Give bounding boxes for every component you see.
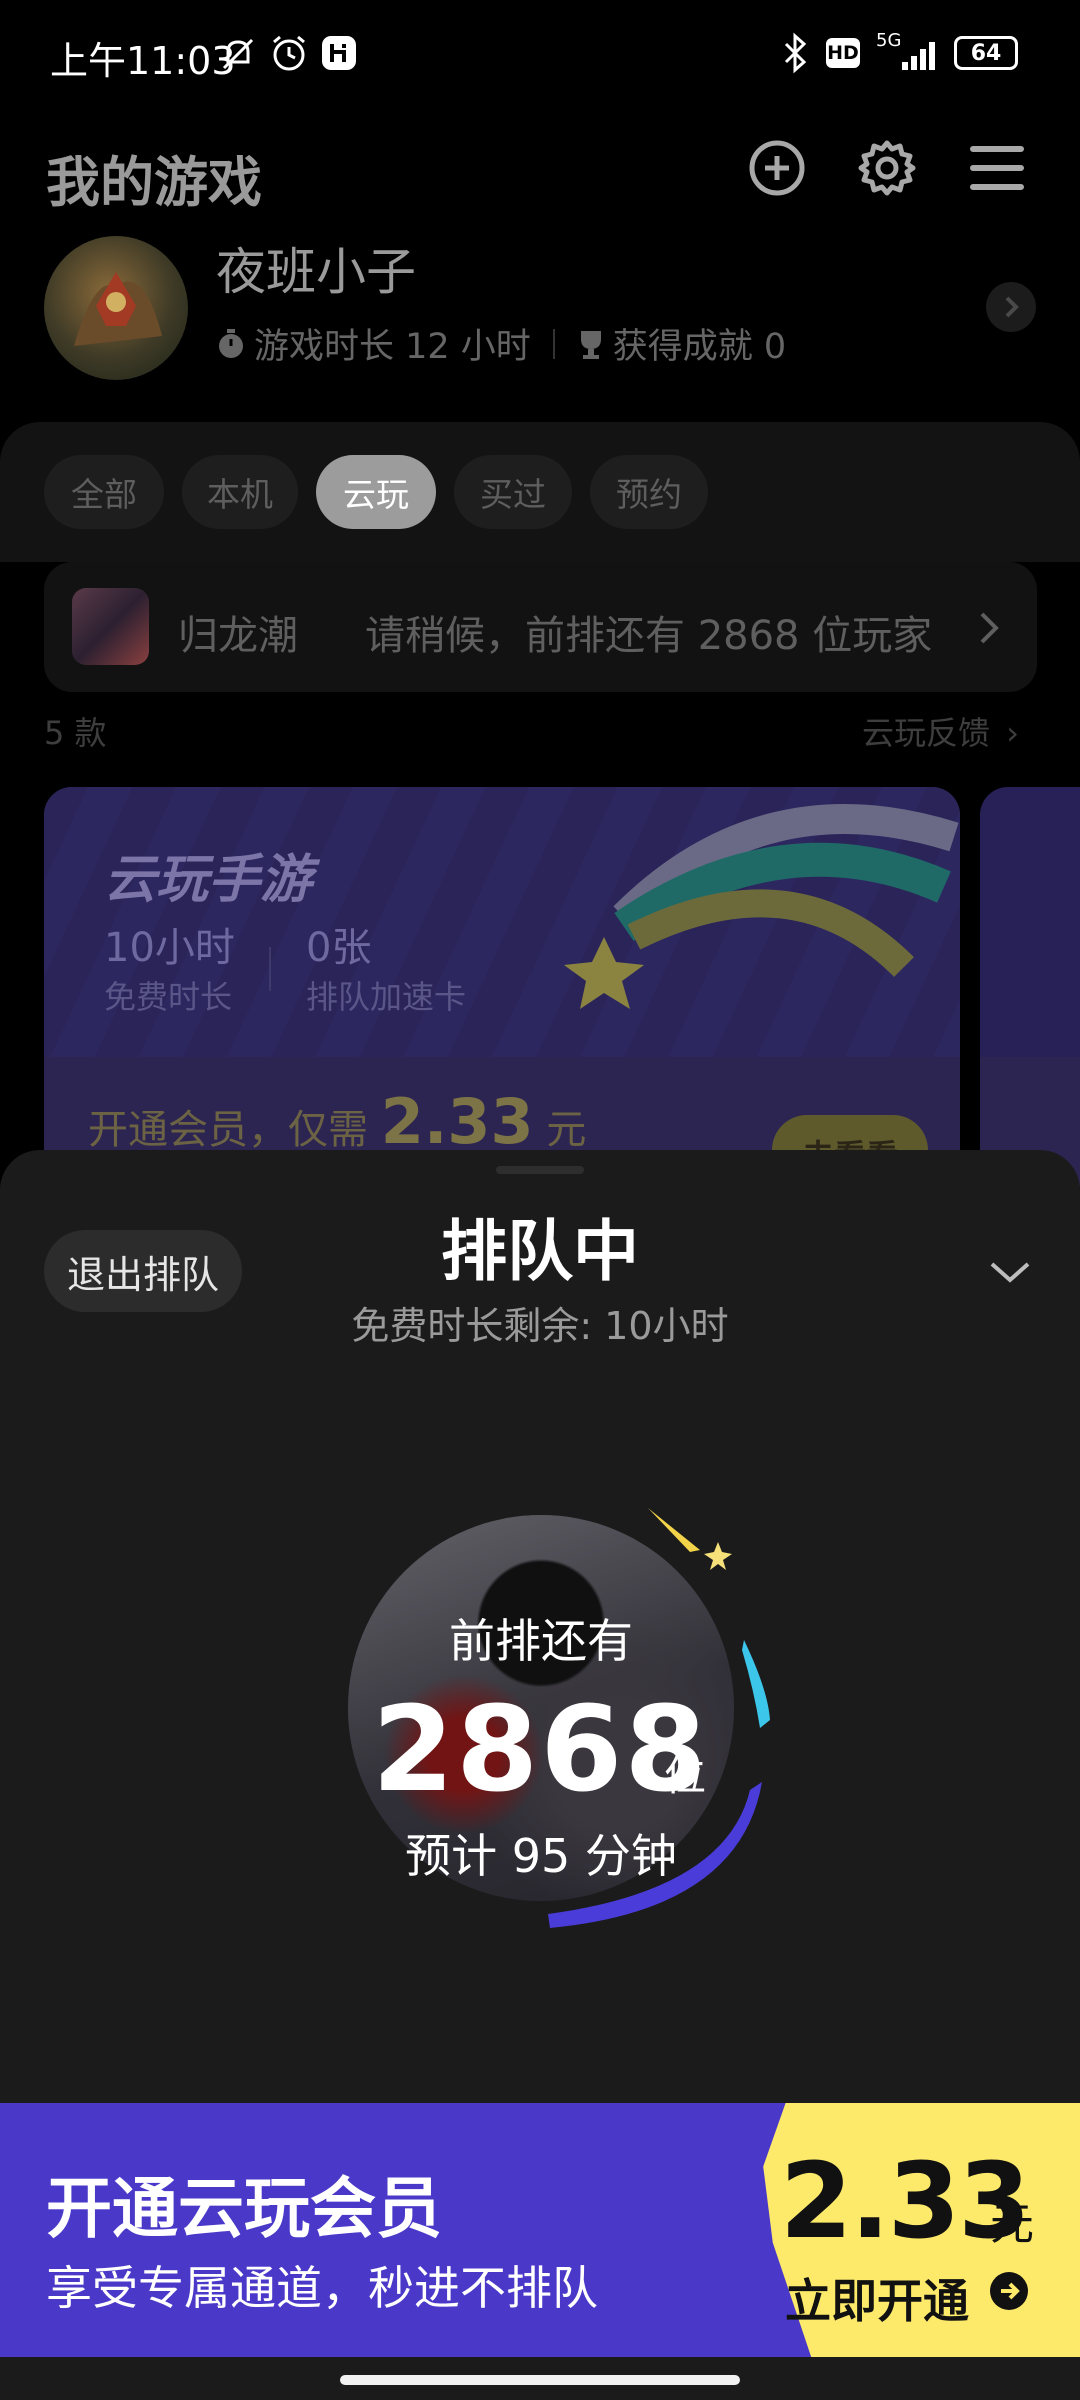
free-time-label: 免费时长 (104, 978, 233, 1016)
sheet-handle[interactable] (496, 1166, 584, 1174)
avatar[interactable] (44, 236, 188, 380)
game-thumbnail (72, 588, 149, 665)
signal-icon (902, 42, 935, 70)
cloud-member-card[interactable]: 云玩手游 10小时 免费时长 0张 排队加速卡 开通会员，仅需 2.33 元 去… (44, 787, 960, 1187)
alarm-icon (273, 35, 305, 71)
accel-card-label: 排队加速卡 (306, 978, 467, 1016)
profile-detail-button[interactable] (986, 282, 1036, 332)
sheet-subtitle: 免费时长剩余: 10小时 (351, 1304, 729, 1348)
achievements: 获得成就 0 (612, 327, 787, 367)
status-time: 上午11:03 (50, 39, 236, 83)
shooting-star-icon (564, 804, 959, 1009)
battery-icon: 64 (954, 36, 1018, 70)
trophy-icon (580, 330, 601, 359)
tab-reserved[interactable]: 预约 (590, 455, 708, 529)
queue-unit: 位 (664, 1751, 707, 1800)
eta-text: 预计 95 分钟 (405, 1829, 677, 1883)
username: 夜班小子 (216, 243, 416, 301)
home-indicator[interactable] (340, 2375, 740, 2385)
profile-stats: 游戏时长 12 小时 获得成就 0 (216, 318, 786, 369)
page-title: 我的游戏 (46, 151, 262, 214)
arrow-right-icon[interactable] (990, 2272, 1028, 2310)
card-promo: 开通会员，仅需 2.33 元 (88, 1085, 586, 1158)
app-notification-icon (322, 36, 356, 70)
queue-message: 请稍候，前排还有 2868 位玩家 (365, 613, 933, 659)
open-now-button[interactable]: 立即开通 (785, 2265, 969, 2331)
plus-circle-icon (749, 140, 805, 196)
promo-unit: 元 (990, 2199, 1034, 2250)
ahead-label: 前排还有 (449, 1614, 633, 1668)
promo-title: 开通云玩会员 (46, 2170, 442, 2247)
tab-local[interactable]: 本机 (182, 455, 298, 529)
menu-button[interactable] (964, 135, 1030, 201)
free-time-value: 10小时 (104, 925, 235, 971)
arrow-right-glyph (1001, 2282, 1020, 2300)
sheet-title: 排队中 (441, 1213, 639, 1290)
stopwatch-icon (219, 328, 243, 358)
bluetooth-icon (784, 32, 807, 74)
game-count: 5 款 (44, 714, 107, 752)
gear-icon (858, 140, 916, 196)
accel-card-value: 0张 (306, 925, 372, 971)
play-time: 游戏时长 12 小时 (254, 327, 531, 367)
card-promo-price: 2.33 (380, 1085, 534, 1158)
queue-number: 2868 (372, 1680, 709, 1818)
card-promo-prefix: 开通会员，仅需 (88, 1107, 368, 1153)
divider (269, 947, 271, 991)
network-type: 5G (876, 30, 902, 51)
tab-purchased[interactable]: 买过 (454, 455, 572, 529)
chevron-right-icon: › (1006, 714, 1019, 752)
chevron-down-icon (990, 1262, 1030, 1283)
chevron-right-icon (1005, 296, 1019, 318)
settings-button[interactable] (854, 135, 920, 201)
status-bar: 上午11:03 HD 5G 64 (0, 0, 1080, 110)
hd-badge: HD (826, 38, 860, 68)
next-card[interactable] (980, 787, 1080, 1187)
add-button[interactable] (744, 135, 810, 201)
hamburger-icon (970, 146, 1024, 190)
avatar-art (74, 272, 162, 346)
collapse-button[interactable] (980, 1248, 1040, 1298)
battery-level: 64 (970, 40, 1002, 66)
cloud-feedback-label: 云玩反馈 (862, 714, 991, 752)
queue-game-name: 归龙潮 (178, 613, 298, 659)
divider (552, 328, 555, 359)
tab-all[interactable]: 全部 (44, 455, 164, 529)
mute-bell-icon (222, 38, 254, 70)
cloud-feedback-link[interactable]: 云玩反馈 › (862, 708, 1019, 754)
card-title: 云玩手游 (104, 850, 313, 910)
promo-subtitle: 享受专属通道，秒进不排队 (46, 2261, 598, 2315)
tab-cloud[interactable]: 云玩 (316, 455, 436, 529)
card-promo-unit: 元 (546, 1107, 587, 1153)
chevron-right-icon (980, 612, 999, 644)
